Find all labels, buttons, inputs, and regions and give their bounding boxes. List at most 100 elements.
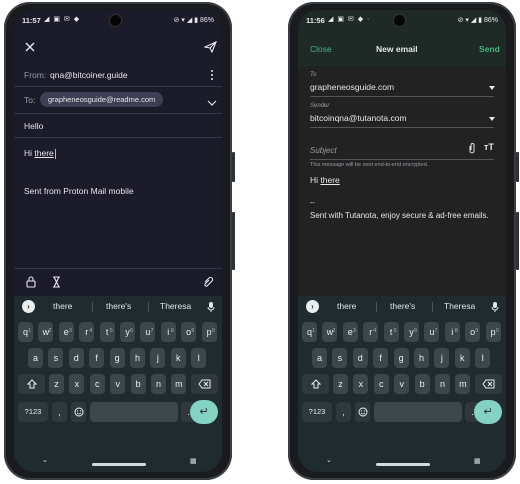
key-d[interactable]: d [352,348,368,368]
key-u[interactable]: u7 [140,322,156,342]
send-icon[interactable] [203,40,218,58]
body-field[interactable]: Hi there [24,148,56,159]
key-s[interactable]: s [48,348,64,368]
key-u[interactable]: u7 [424,322,440,342]
text-format-icon[interactable]: ᴛT [484,142,494,152]
key-p[interactable]: p0 [485,322,501,342]
key-j[interactable]: j [150,348,166,368]
key-m[interactable]: m [455,374,471,394]
suggestion-1[interactable]: there [53,301,72,311]
key-r[interactable]: r4 [363,322,379,342]
attach-icon[interactable] [468,141,476,159]
key-y[interactable]: y6 [120,322,135,342]
key-r[interactable]: r4 [79,322,95,342]
mic-icon[interactable] [207,300,215,318]
shift-key[interactable] [18,374,45,394]
hide-keyboard-icon[interactable]: ⌄ [326,456,332,464]
enter-key[interactable]: ↵ [474,400,502,424]
key-q[interactable]: q1 [302,322,317,342]
key-k[interactable]: k [170,348,186,368]
key-q[interactable]: q1 [18,322,33,342]
home-handle[interactable] [92,463,146,466]
space-key[interactable] [374,402,462,422]
chevron-down-icon[interactable] [207,94,217,112]
key-g[interactable]: g [393,348,409,368]
key-f[interactable]: f [373,348,389,368]
key-b[interactable]: b [414,374,430,394]
suggestion-1[interactable]: there [337,301,356,311]
sender-field[interactable]: bitcoinqna@tutanota.com [310,113,407,123]
key-w[interactable]: w2 [322,322,338,342]
key-n[interactable]: n [151,374,166,394]
hide-keyboard-icon[interactable]: ⌄ [42,456,48,464]
suggestion-3[interactable]: Theresa [444,301,475,311]
key-c[interactable]: c [89,374,105,394]
key-x[interactable]: x [69,374,85,394]
key-s[interactable]: s [332,348,348,368]
key-k[interactable]: k [454,348,470,368]
key-l[interactable]: l [191,348,207,368]
key-c[interactable]: c [373,374,389,394]
key-z[interactable]: z [333,374,348,394]
key-v[interactable]: v [394,374,410,394]
hourglass-icon[interactable] [52,275,61,293]
symbols-key[interactable]: ?123 [18,402,48,422]
from-address[interactable]: qna@bitcoiner.guide [50,70,128,80]
close-button[interactable]: Close [310,44,332,54]
to-field[interactable]: grapheneosguide.com [310,82,394,92]
key-z[interactable]: z [49,374,64,394]
key-f[interactable]: f [89,348,105,368]
attach-icon[interactable] [202,275,214,293]
key-t[interactable]: t5 [383,322,399,342]
shift-key[interactable] [302,374,329,394]
space-key[interactable] [90,402,178,422]
key-v[interactable]: v [110,374,126,394]
expand-suggestions-button[interactable]: › [306,300,319,313]
home-handle[interactable] [376,463,430,466]
suggestion-3[interactable]: Theresa [160,301,191,311]
emoji-key[interactable] [355,402,370,422]
key-a[interactable]: a [28,348,43,368]
suggestion-2[interactable]: there's [390,301,415,311]
recipient-chip[interactable]: grapheneosguide@readme.com [40,92,164,107]
key-d[interactable]: d [68,348,84,368]
key-n[interactable]: n [435,374,450,394]
key-l[interactable]: l [475,348,491,368]
symbols-key[interactable]: ?123 [302,402,332,422]
key-x[interactable]: x [353,374,369,394]
body-field[interactable]: Hi there [310,175,340,185]
keyboard-switch-icon[interactable]: ▦ [190,457,197,465]
backspace-key[interactable] [191,374,218,394]
key-p[interactable]: p0 [201,322,217,342]
key-t[interactable]: t5 [99,322,115,342]
key-w[interactable]: w2 [38,322,54,342]
suggestion-2[interactable]: there's [106,301,131,311]
key-b[interactable]: b [130,374,146,394]
comma-key[interactable]: , [52,402,67,422]
key-e[interactable]: e3 [58,322,74,342]
subject-field[interactable]: Subject [310,146,337,155]
enter-key[interactable]: ↵ [190,400,218,424]
key-m[interactable]: m [171,374,187,394]
send-button[interactable]: Send [479,44,500,54]
key-e[interactable]: e3 [342,322,358,342]
emoji-key[interactable] [71,402,86,422]
comma-key[interactable]: , [336,402,351,422]
more-vert-icon[interactable] [210,68,214,86]
backspace-key[interactable] [475,374,502,394]
expand-suggestions-button[interactable]: › [22,300,35,313]
key-o[interactable]: o9 [465,322,481,342]
keyboard-switch-icon[interactable]: ▦ [474,457,481,465]
chevron-down-icon[interactable] [488,78,496,96]
key-j[interactable]: j [434,348,450,368]
lock-icon[interactable] [26,275,36,293]
key-h[interactable]: h [414,348,429,368]
key-a[interactable]: a [312,348,327,368]
key-g[interactable]: g [109,348,125,368]
key-y[interactable]: y6 [404,322,419,342]
key-o[interactable]: o9 [181,322,197,342]
mic-icon[interactable] [491,300,499,318]
key-i[interactable]: i8 [160,322,176,342]
close-icon[interactable] [24,40,36,58]
chevron-down-icon[interactable] [488,109,496,127]
